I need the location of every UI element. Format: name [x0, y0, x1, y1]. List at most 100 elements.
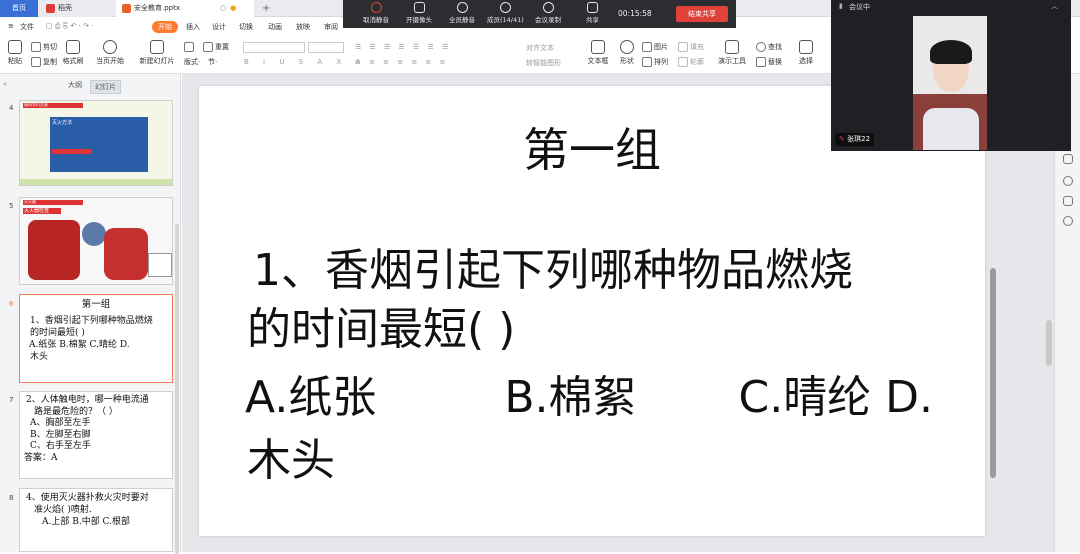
- replace-button[interactable]: 替换: [756, 57, 782, 67]
- menu-start[interactable]: 开始: [152, 21, 178, 33]
- close-icon[interactable]: ○: [220, 4, 226, 12]
- thumb-line: 4、使用灭火器扑救火灾时要对: [26, 493, 149, 503]
- extinguisher-image: [28, 220, 80, 280]
- menu-animation[interactable]: 动画: [268, 22, 282, 32]
- tab-slides[interactable]: 幻灯片: [90, 80, 121, 94]
- location-icon[interactable]: [1063, 216, 1073, 226]
- menu-review[interactable]: 审阅: [324, 22, 338, 32]
- play-icon: [103, 40, 117, 54]
- slide-options-line[interactable]: A.纸张 B.棉絮 C.晴纶 D.: [245, 361, 933, 425]
- toolbar-quick-icons[interactable]: ▢ ⎙ ⎘ ↶ · ↷ ·: [46, 22, 93, 31]
- help-icon[interactable]: [1063, 176, 1073, 186]
- share-button[interactable]: 共享: [586, 2, 599, 24]
- tab-home[interactable]: 首页: [0, 0, 38, 17]
- font-style-buttons[interactable]: B I U S A X A: [244, 58, 366, 66]
- mute-all-button[interactable]: 全员静音: [449, 2, 475, 24]
- thumb-title-text: 灭火器检查: [24, 208, 50, 214]
- find-button[interactable]: 查找: [756, 42, 782, 52]
- section-button[interactable]: 节·: [208, 57, 217, 67]
- unmute-button[interactable]: 取消静音: [363, 2, 389, 24]
- align-buttons[interactable]: ≡ ≡ ≡ ≡ ≡ ≡ ≡: [355, 58, 448, 66]
- video-window[interactable]: ▮ 会议中 ︿ ✎ 张琪22: [831, 0, 1071, 151]
- tab-daoke[interactable]: 稻壳: [40, 0, 112, 17]
- font-size-select[interactable]: [308, 42, 344, 53]
- outer-scrollbar[interactable]: [1046, 320, 1052, 366]
- copy-label: 复制: [43, 58, 57, 66]
- paragraph-buttons[interactable]: ☰ ☰ ☰ ☰ ☰ ☰ ☰: [355, 43, 451, 51]
- slide-thumbnail-4[interactable]: 请同学们注意 灭火方法: [19, 100, 173, 186]
- arrange-button[interactable]: 排列: [642, 57, 668, 67]
- align-text-button[interactable]: 对齐文本: [526, 43, 554, 53]
- slide-thumbnail-6[interactable]: 第一组 1、香烟引起下列哪种物品燃烧 的时间最短( ) A.纸张 B.棉絮 C.…: [19, 294, 173, 383]
- cut-button[interactable]: 剪切: [31, 42, 57, 52]
- slide-question-line-2[interactable]: 的时间最短( ): [247, 293, 515, 357]
- menu-file[interactable]: 文件: [20, 22, 34, 32]
- members-label: 成员(14/41): [487, 16, 524, 24]
- layout-dropdown[interactable]: 版式·: [184, 57, 200, 67]
- reset-icon: [203, 42, 213, 52]
- thumb-header-text: 请同学们注意: [24, 102, 48, 107]
- slide-thumbnail-8[interactable]: 4、使用灭火器扑救火灾时要对 准火焰( )喷射. A.上部 B.中部 C.根部: [19, 488, 173, 552]
- shape-button[interactable]: 形状: [616, 40, 638, 66]
- new-tab-button[interactable]: +: [256, 0, 276, 17]
- gauge-image: [82, 222, 106, 246]
- text-box-label: 文本框: [587, 57, 609, 65]
- picture-icon: [642, 42, 652, 52]
- option-d[interactable]: 木头: [247, 424, 335, 488]
- new-slide-button[interactable]: 新建幻灯片: [138, 40, 176, 66]
- tab-document-label: 安全教育.pptx: [134, 4, 180, 12]
- end-share-button[interactable]: 结束共享: [676, 6, 728, 22]
- presenter-icon: [725, 40, 739, 54]
- slide-thumbnail-5[interactable]: 灭火器 灭火器检查: [19, 197, 173, 285]
- format-painter-button[interactable]: 格式刷: [62, 40, 84, 66]
- outline-button[interactable]: 轮廓: [678, 57, 704, 67]
- text-box-icon: [591, 40, 605, 54]
- animation-icon[interactable]: [1063, 196, 1073, 206]
- tab-document[interactable]: 安全教育.pptx ○ ●: [116, 0, 254, 17]
- members-button[interactable]: 成员(14/41): [487, 2, 524, 24]
- presenter-tools-button[interactable]: 演示工具: [716, 40, 748, 66]
- canvas-scrollbar[interactable]: [990, 268, 996, 478]
- menu-design[interactable]: 设计: [212, 22, 226, 32]
- menu-insert[interactable]: 插入: [186, 22, 200, 32]
- menu-slideshow[interactable]: 放映: [296, 22, 310, 32]
- layout-button[interactable]: [184, 42, 196, 52]
- smart-shape-button[interactable]: 转智能图形: [526, 58, 561, 68]
- thumb-note-box: [148, 253, 172, 277]
- thumb-footer: [20, 179, 172, 185]
- copy-button[interactable]: 复制: [31, 57, 57, 67]
- sidebar-scrollbar[interactable]: [175, 224, 179, 554]
- extinguisher-image-2: [104, 228, 148, 280]
- share-icon: [587, 2, 598, 13]
- select-button[interactable]: 选择: [796, 40, 816, 66]
- camera-button[interactable]: 开摄像头: [406, 2, 432, 24]
- tab-outline[interactable]: 大纲: [68, 80, 82, 90]
- fill-label: 填充: [690, 43, 704, 51]
- slide-number: 6: [9, 300, 14, 308]
- slide-question-line-1[interactable]: 1、香烟引起下列哪种物品燃烧: [253, 234, 853, 298]
- thumb-line: 准火焰( )喷射.: [34, 505, 92, 515]
- sidebar-tabs: « 大纲 幻灯片: [0, 74, 181, 94]
- property-icon[interactable]: [1063, 154, 1073, 164]
- video-status: 会议中: [849, 3, 870, 11]
- meeting-timer: 00:15:58: [618, 9, 652, 18]
- play-current-button[interactable]: 当页开始: [94, 40, 126, 66]
- copy-icon: [31, 57, 41, 67]
- play-current-label: 当页开始: [96, 57, 124, 65]
- replace-label: 替换: [768, 58, 782, 66]
- slide-thumbnail-7[interactable]: 2、人体触电时，哪一种电流通 路是最危险的？（ ） A、胸部至左手 B、左脚至右…: [19, 391, 173, 479]
- collapse-up-icon[interactable]: ︿: [1051, 1, 1058, 11]
- record-button[interactable]: 会议录制: [535, 2, 561, 24]
- menu-transition[interactable]: 切换: [239, 22, 253, 32]
- fill-button[interactable]: 填充: [678, 42, 704, 52]
- font-family-select[interactable]: [243, 42, 305, 53]
- paste-button[interactable]: 粘贴: [6, 40, 24, 66]
- slide-canvas[interactable]: 第一组 1、香烟引起下列哪种物品燃烧 的时间最短( ) A.纸张 B.棉絮 C.…: [199, 86, 985, 536]
- menu-icon[interactable]: ≡: [8, 22, 14, 30]
- format-painter-label: 格式刷: [62, 57, 84, 65]
- collapse-icon[interactable]: «: [3, 80, 7, 88]
- text-box-button[interactable]: 文本框: [586, 40, 610, 66]
- reset-button[interactable]: 重置: [203, 42, 229, 52]
- picture-button[interactable]: 图片: [642, 42, 668, 52]
- thumb-line: A.纸张 B.棉絮 C.晴纶 D.: [29, 340, 130, 350]
